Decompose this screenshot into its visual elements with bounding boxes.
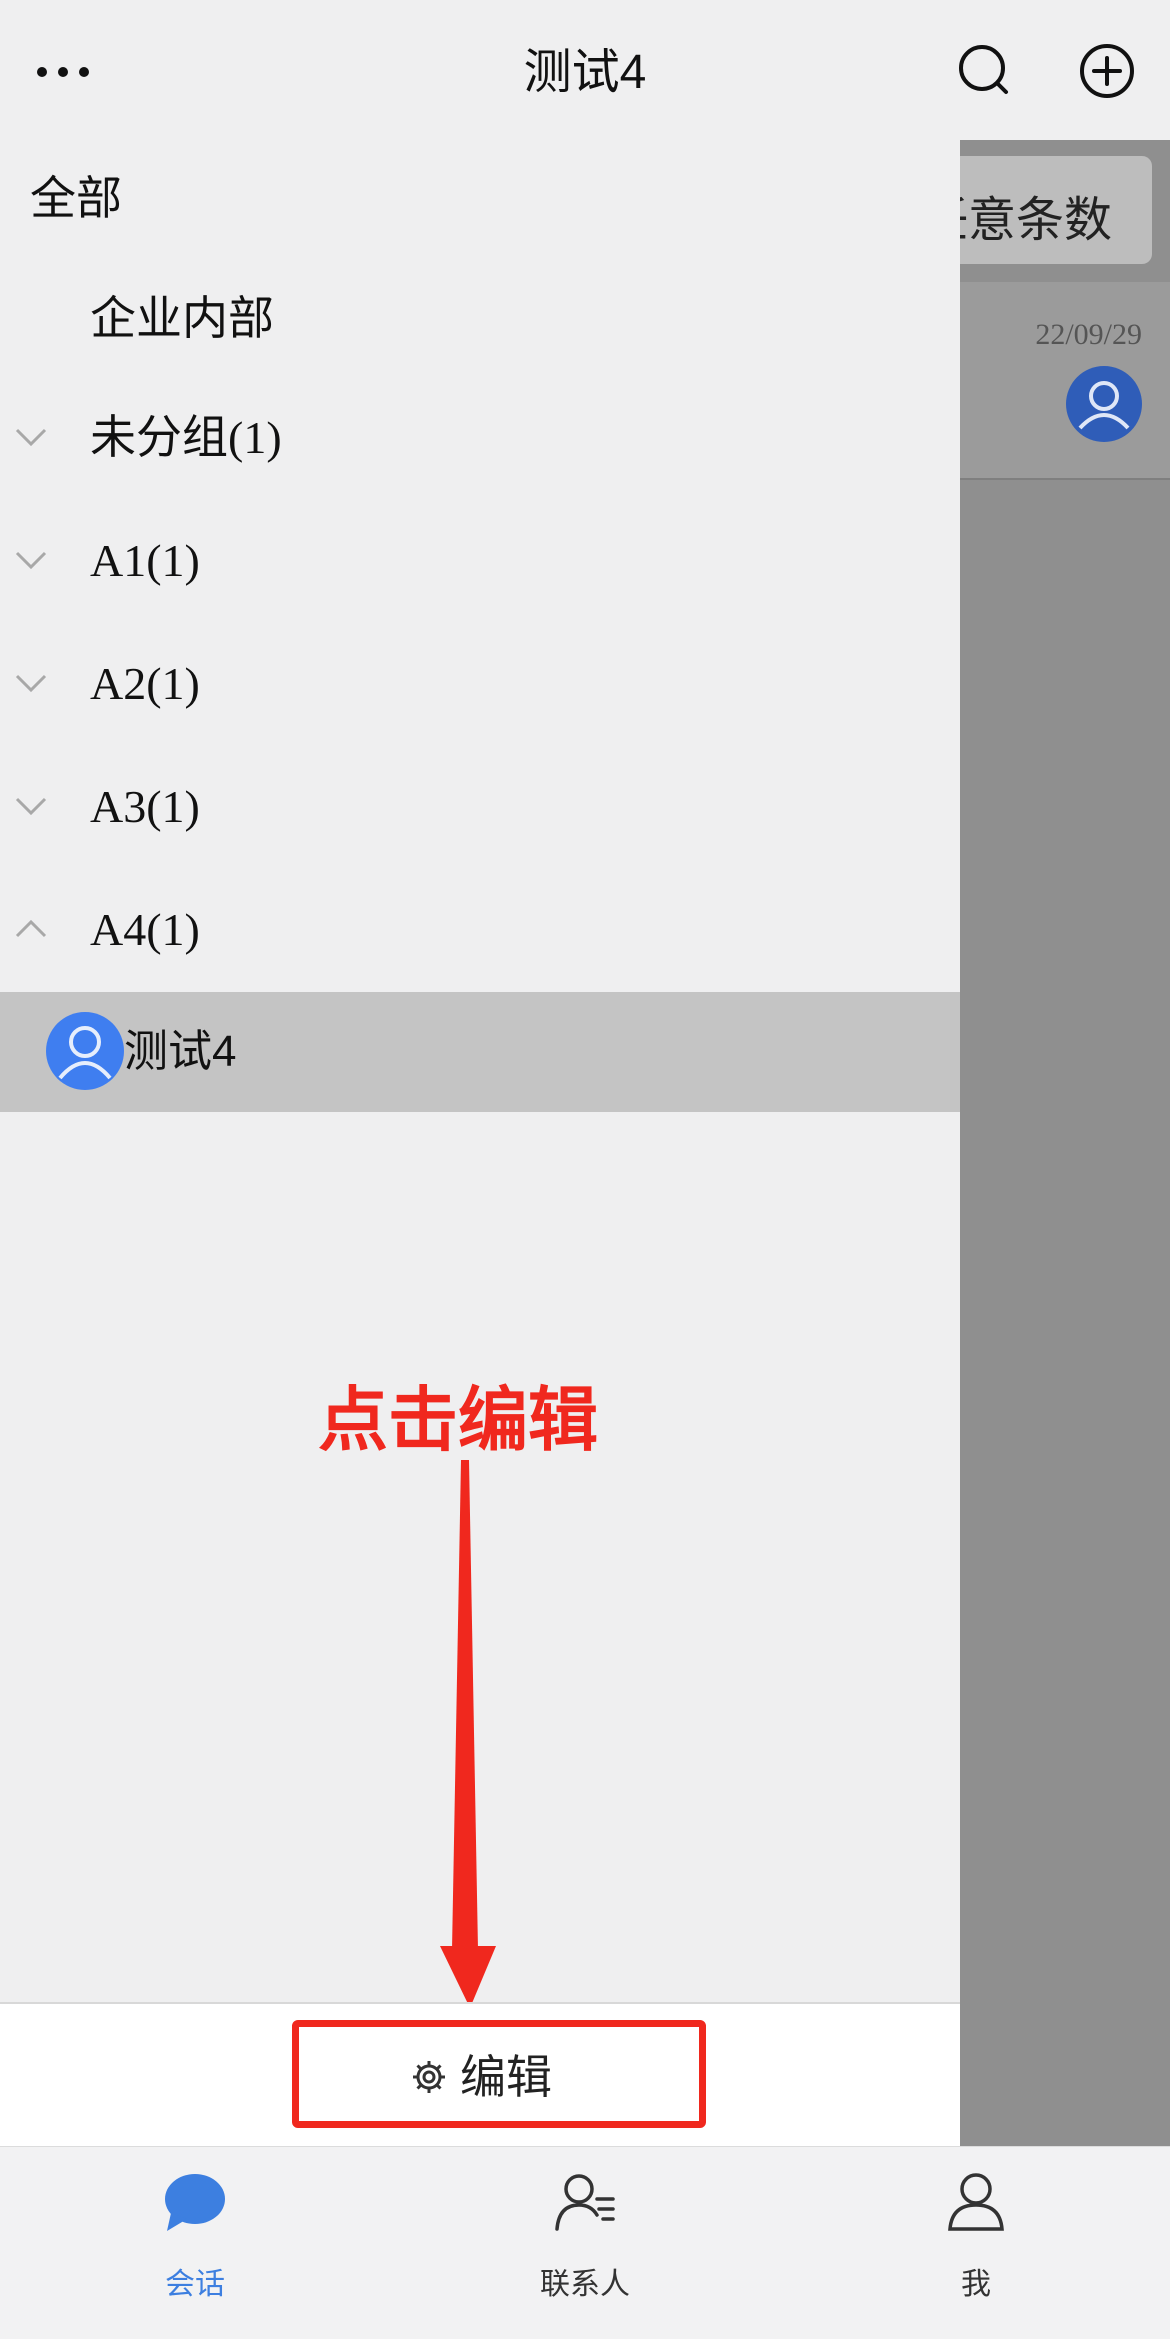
drawer-item-all[interactable]: 全部 — [0, 150, 960, 246]
conversation-row: 22/09/29 — [960, 282, 1170, 480]
tab-label: 联系人 — [540, 2268, 630, 2301]
annotation-text: 点击编辑 — [318, 1381, 598, 1459]
filter-chip: 任意条数 — [960, 156, 1152, 264]
contact-name: 测试4 — [124, 1027, 237, 1076]
drawer-group-ungrouped[interactable]: 未分组(1) — [0, 390, 960, 486]
tab-label: 会话 — [165, 2268, 225, 2301]
annotation-arrow-icon — [440, 1460, 496, 2008]
drawer-group-a1[interactable]: A1(1) — [0, 513, 960, 609]
gear-icon — [413, 2061, 445, 2093]
tab-contacts[interactable]: 联系人 — [485, 2147, 685, 2339]
edit-button[interactable]: 编辑 — [460, 2042, 552, 2112]
app-header: 测试4 — [0, 0, 1170, 140]
tab-conversations[interactable]: 会话 — [95, 2147, 295, 2339]
avatar-icon — [46, 1012, 124, 1090]
chevron-down-icon — [15, 674, 47, 693]
add-icon[interactable] — [1078, 42, 1136, 100]
tab-label: 我 — [961, 2268, 991, 2301]
drawer-footer: 编辑 — [0, 2002, 960, 2148]
chevron-down-icon — [15, 551, 47, 570]
chevron-down-icon — [15, 428, 47, 447]
conversation-date: 22/09/29 — [1035, 318, 1142, 351]
contacts-icon — [555, 2174, 615, 2231]
filter-chip-label: 任意条数 — [960, 194, 1112, 247]
drawer-group-a2[interactable]: A2(1) — [0, 636, 960, 732]
person-icon — [948, 2173, 1004, 2231]
drawer-group-a4[interactable]: A4(1) — [0, 882, 960, 978]
bottom-tab-bar: 会话 联系人 我 — [0, 2146, 1170, 2339]
contact-item[interactable]: 测试4 — [0, 992, 960, 1112]
tab-me[interactable]: 我 — [876, 2147, 1076, 2339]
chevron-up-icon — [15, 919, 47, 938]
drawer-group-a3[interactable]: A3(1) — [0, 759, 960, 855]
drawer-item-internal[interactable]: 企业内部 — [0, 270, 960, 366]
avatar-icon — [1066, 366, 1142, 442]
chat-bubble-icon — [165, 2174, 225, 2231]
search-icon[interactable] — [956, 42, 1012, 98]
chevron-down-icon — [15, 797, 47, 816]
